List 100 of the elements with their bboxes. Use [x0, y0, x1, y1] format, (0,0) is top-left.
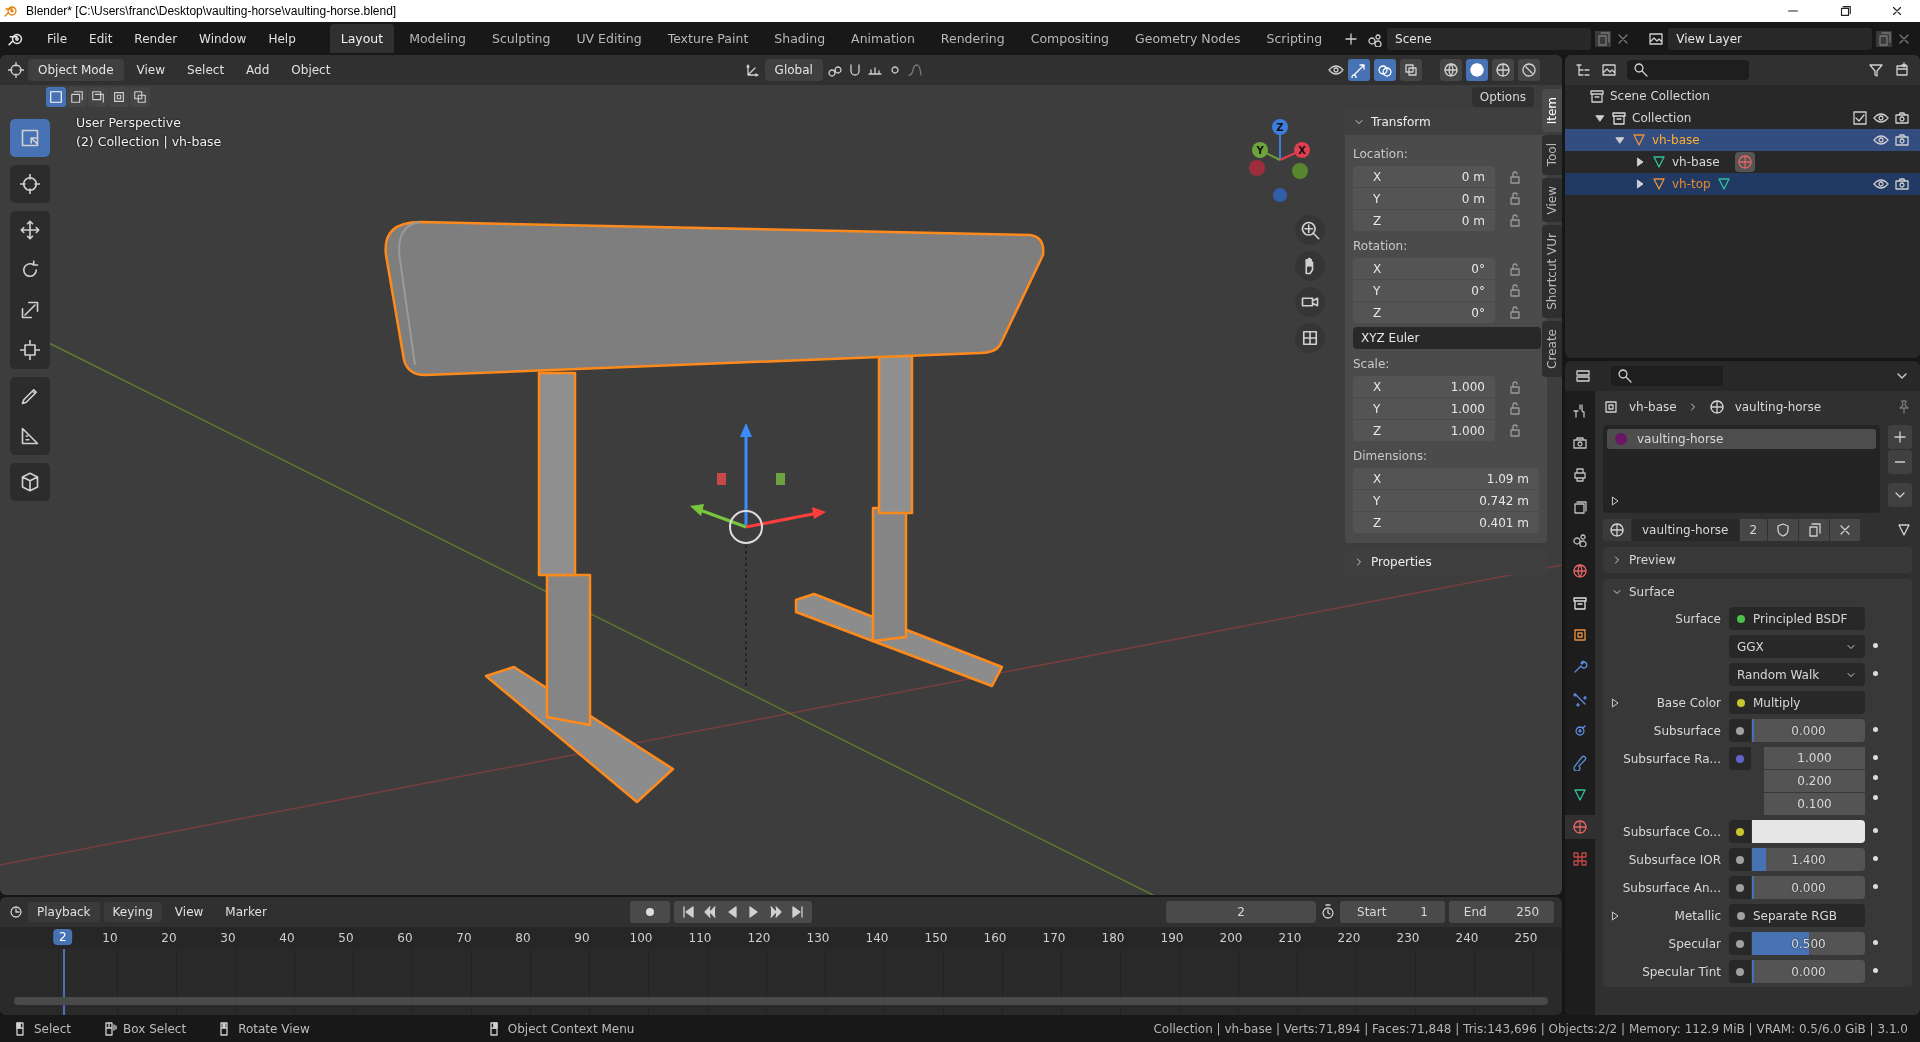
visibility-icon[interactable] [1873, 110, 1889, 126]
options-dropdown[interactable]: Options [1471, 87, 1534, 107]
scene-field[interactable]: Scene [1387, 27, 1591, 50]
select-extend-icon[interactable] [67, 87, 87, 107]
select-set-icon[interactable] [46, 87, 66, 107]
panel-header[interactable]: Surface [1603, 579, 1912, 605]
workspace-tab[interactable]: UV Editing [565, 24, 653, 53]
wireframe-shading-icon[interactable] [1440, 59, 1462, 81]
workspace-tab[interactable]: Shading [763, 24, 837, 53]
add-slot-button[interactable] [1888, 425, 1912, 449]
number-field[interactable]: 0.100 [1764, 793, 1865, 815]
select-subtract-icon[interactable] [88, 87, 108, 107]
duplicate-button[interactable] [1799, 519, 1830, 541]
material-slot[interactable]: vaulting-horse [1607, 429, 1876, 449]
lock-icon[interactable] [1507, 190, 1523, 207]
current-frame-field[interactable]: 2 [1166, 901, 1316, 923]
workspace-tab[interactable]: Texture Paint [656, 24, 760, 53]
tree-row[interactable]: Collection [1565, 107, 1920, 129]
search-field[interactable] [1611, 366, 1723, 386]
collapsed-triangle-icon[interactable] [1609, 495, 1621, 507]
slider[interactable]: 1.400 [1752, 848, 1865, 871]
orientation-dropdown[interactable]: Global [764, 59, 823, 81]
menu-item[interactable]: Object [282, 60, 340, 80]
number-field[interactable]: Z 0 m [1353, 210, 1495, 231]
checkbox-icon[interactable] [1852, 110, 1868, 126]
keyframe-dot[interactable] [1872, 856, 1878, 861]
keyframe-dot[interactable] [1872, 755, 1878, 760]
keyframe-dot[interactable] [1872, 795, 1878, 800]
number-field[interactable]: Y 0 m [1353, 188, 1495, 209]
mesh-icon[interactable] [1896, 522, 1912, 538]
display-mode-icon[interactable] [1601, 62, 1617, 78]
socket-button[interactable] [1729, 719, 1751, 742]
number-field[interactable]: X 1.000 [1353, 376, 1495, 397]
number-field[interactable]: Y 0° [1353, 280, 1495, 301]
lock-icon[interactable] [1507, 400, 1523, 417]
unlink-button[interactable] [1830, 519, 1861, 541]
number-field[interactable]: Z 0.401 m [1353, 512, 1539, 533]
material-tab[interactable] [1565, 815, 1595, 839]
outliner-editor-icon[interactable] [1575, 62, 1591, 78]
scrollbar[interactable] [14, 997, 1548, 1005]
lock-icon[interactable] [1507, 304, 1523, 321]
keyframe-dot[interactable] [1872, 643, 1878, 648]
number-field[interactable]: X 0 m [1353, 166, 1495, 187]
filter-icon[interactable] [1868, 62, 1884, 78]
keyframe-dot[interactable] [1872, 968, 1878, 973]
menu-item[interactable]: Render [125, 28, 187, 49]
select-tool-button[interactable] [10, 119, 50, 157]
number-field[interactable]: 1.000 [1764, 747, 1865, 769]
socket-button[interactable] [1729, 848, 1751, 871]
collapsed-triangle-icon[interactable] [1634, 178, 1646, 190]
menu-item[interactable]: Select [178, 60, 234, 80]
socket-button[interactable] [1729, 932, 1751, 955]
lock-icon[interactable] [1507, 378, 1523, 395]
workspace-tab[interactable]: Compositing [1019, 24, 1121, 53]
grid-view-button[interactable] [1295, 323, 1325, 353]
sidebar-tab[interactable]: Item [1542, 89, 1562, 133]
editor-type-icon[interactable] [8, 62, 24, 78]
tree-item-label[interactable]: vh-base [1652, 133, 1700, 147]
linked-node-field[interactable]: Multiply [1729, 691, 1865, 714]
frame-ruler[interactable]: 2 10 20 30 40 50 60 70 80 90 100 110 120 130 140 150 160 170 180 190 200 210 220 230 240 250 [0, 927, 1562, 949]
lock-icon[interactable] [1507, 282, 1523, 299]
visibility-icon[interactable] [1328, 62, 1344, 78]
material-browse-button[interactable] [1603, 519, 1631, 541]
gizmo-icon[interactable] [1348, 59, 1370, 81]
menu-item[interactable]: File [38, 28, 77, 49]
visibility-icon[interactable] [1873, 176, 1889, 192]
restore-icon[interactable] [1838, 4, 1852, 18]
rotation-mode-dropdown[interactable]: XYZ Euler [1353, 327, 1541, 349]
menu-item[interactable]: Window [190, 28, 256, 49]
view-layer-field[interactable]: View Layer [1668, 27, 1872, 50]
image-icon[interactable] [1648, 30, 1665, 47]
select-invert-icon[interactable] [109, 87, 129, 107]
material-name-field[interactable]: vaulting-horse [1632, 519, 1739, 541]
mode-dropdown[interactable]: Object Mode [28, 59, 124, 81]
linked-node-field[interactable]: Principled BSDF [1729, 607, 1865, 630]
lock-icon[interactable] [1507, 260, 1523, 277]
camera-view-button[interactable] [1295, 287, 1325, 317]
sidebar-tab[interactable]: Create [1542, 321, 1562, 377]
clock-icon[interactable] [8, 904, 24, 920]
menu-item[interactable]: Add [237, 60, 279, 80]
workspace-tab[interactable]: Layout [329, 24, 395, 53]
solid-shading-icon[interactable] [1466, 59, 1488, 81]
sidebar-tab[interactable]: Shortcut VUr [1542, 225, 1562, 318]
slot-menu-button[interactable] [1888, 483, 1912, 507]
close-icon[interactable] [1890, 4, 1904, 18]
tree-item-label[interactable]: vh-base [1672, 155, 1720, 169]
workspace-tab[interactable]: Scripting [1255, 24, 1334, 53]
fake-user-button[interactable] [1768, 519, 1799, 541]
rendered-shading-icon[interactable] [1518, 59, 1540, 81]
workspace-tab[interactable]: Sculpting [481, 24, 562, 53]
select-intersect-icon[interactable] [130, 87, 150, 107]
menu-item[interactable]: Edit [80, 28, 122, 49]
tree-item-label[interactable]: vh-top [1672, 177, 1711, 191]
socket-button[interactable] [1729, 876, 1751, 899]
expand-triangle-icon[interactable] [1609, 696, 1621, 709]
xray-icon[interactable] [1400, 59, 1422, 81]
number-field[interactable]: Y 1.000 [1353, 398, 1495, 419]
expand-triangle-icon[interactable] [1609, 909, 1621, 922]
start-frame-field[interactable]: Start 1 [1340, 901, 1445, 923]
camera-icon[interactable] [1894, 132, 1910, 148]
